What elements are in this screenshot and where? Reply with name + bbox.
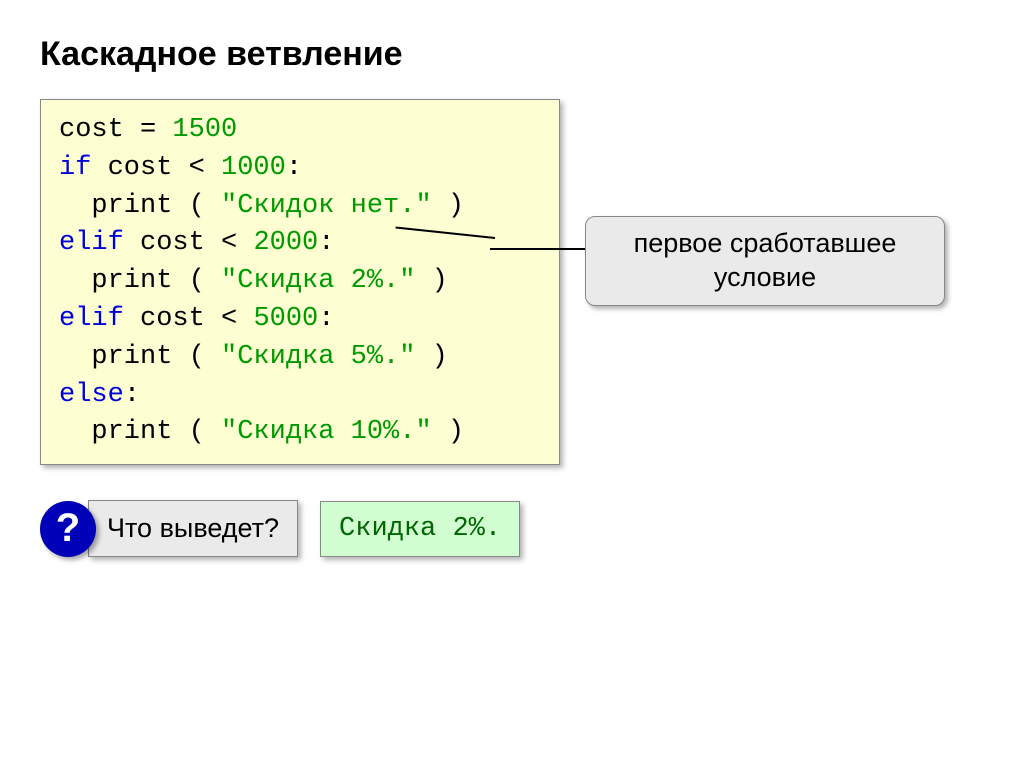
code-line: cost = 1500 [59,112,541,150]
callout-box: первое сработавшее условие [585,216,945,306]
code-line: print ( "Скидка 2%." ) [59,263,541,301]
code-line: print ( "Скидка 10%." ) [59,414,541,452]
code-line: else: [59,377,541,415]
question-icon: ? [40,501,96,557]
slide-title: Каскадное ветвление [40,35,984,74]
answer-text: Скидка 2%. [320,501,520,557]
question-text: Что выведет? [88,500,298,557]
code-line: if cost < 1000: [59,150,541,188]
code-line: elif cost < 5000: [59,301,541,339]
code-block: cost = 1500 if cost < 1000: print ( "Ски… [40,99,560,465]
code-line: print ( "Скидка 5%." ) [59,339,541,377]
code-line: elif cost < 2000: [59,225,541,263]
code-line: print ( "Скидок нет." ) [59,188,541,226]
callout-pointer [490,248,590,250]
bottom-row: ? Что выведет? Скидка 2%. [40,500,984,557]
